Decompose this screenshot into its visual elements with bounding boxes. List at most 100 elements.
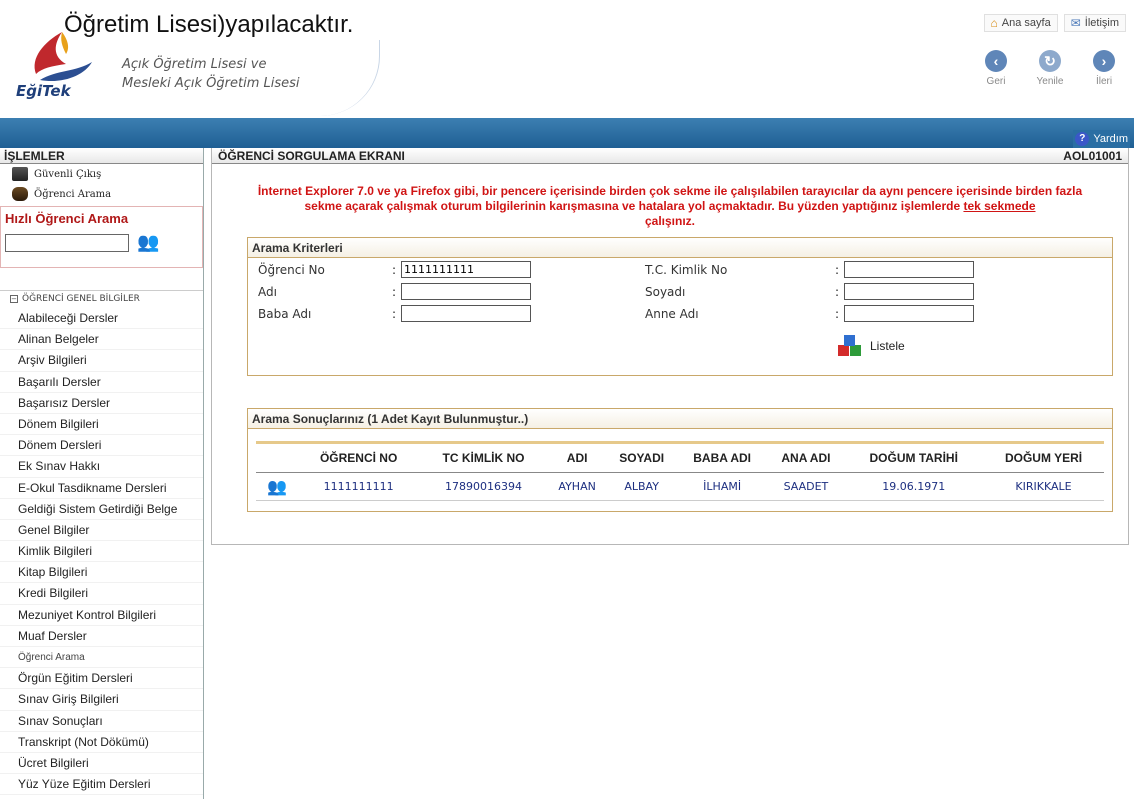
sidebar-item[interactable]: Yüz Yüze Eğitim Dersleri (0, 774, 203, 796)
page-title: ÖĞRENCİ SORGULAMA EKRANI (218, 149, 405, 163)
quick-search-box: Hızlı Öğrenci Arama 👥 (0, 206, 203, 268)
sidebar-item[interactable]: Arşiv Bilgileri (0, 350, 203, 372)
student-no-label: Öğrenci No (258, 263, 325, 277)
surname-input[interactable] (844, 283, 974, 300)
forward-icon: › (1093, 50, 1115, 72)
back-icon: ‹ (985, 50, 1007, 72)
sidebar-item[interactable]: Kitap Bilgileri (0, 562, 203, 584)
navigation-buttons: ‹ Geri ↻ Yenile › İleri (976, 50, 1124, 87)
table-cell: 1111111111 (298, 472, 420, 501)
sidebar-item[interactable]: Sınav Sonuçları (0, 711, 203, 732)
sidebar-item[interactable]: Genel Bilgiler (0, 520, 203, 542)
column-header[interactable]: DOĞUM YERİ (983, 441, 1104, 473)
list-button-label: Listele (870, 339, 905, 353)
colon: : (835, 307, 840, 321)
father-name-input[interactable] (401, 305, 531, 322)
column-header[interactable]: BABA ADI (676, 441, 768, 473)
sidebar-item[interactable]: Ek Sınav Hakkı (0, 456, 203, 478)
top-blue-bar (0, 118, 1134, 148)
sidebar-item[interactable]: E-Okul Tasdikname Dersleri (0, 478, 203, 499)
binoculars-icon (12, 187, 28, 201)
table-row[interactable]: 👥 1111111111 17890016394 AYHAN ALBAY İLH… (256, 472, 1104, 501)
column-header[interactable]: ÖĞRENCİ NO (298, 441, 420, 473)
warning-end: çalışınız. (644, 214, 696, 228)
help-icon: ? (1075, 132, 1090, 146)
help-link[interactable]: ? Yardım (1073, 130, 1130, 148)
column-header-icon (256, 441, 298, 473)
colon: : (392, 307, 397, 321)
screen-code: AOL01001 (1063, 149, 1122, 163)
sidebar-item[interactable]: Kimlik Bilgileri (0, 541, 203, 563)
collapse-icon[interactable]: − (10, 295, 18, 303)
sidebar-title: İŞLEMLER (0, 148, 203, 164)
column-header[interactable]: SOYADI (606, 441, 677, 473)
sidebar-menu: Alabileceği Dersler Alinan Belgeler Arşi… (0, 308, 203, 796)
refresh-button[interactable]: ↻ Yenile (1030, 50, 1070, 87)
column-header[interactable]: TC KİMLİK NO (419, 441, 548, 473)
sidebar-item[interactable]: Kredi Bilgileri (0, 583, 203, 605)
list-button[interactable]: Listele (838, 335, 905, 357)
home-link-label: Ana sayfa (1001, 17, 1051, 29)
sidebar-item[interactable]: Alabileceği Dersler (0, 308, 203, 330)
sidebar-item[interactable]: Örgün Eğitim Dersleri (0, 668, 203, 690)
back-label: Geri (986, 76, 1006, 87)
table-cell: İLHAMİ (676, 472, 768, 501)
table-cell: KIRIKKALE (983, 472, 1104, 501)
table-cell: ALBAY (606, 472, 677, 501)
name-input[interactable] (401, 283, 531, 300)
select-student-icon[interactable]: 👥 (256, 472, 298, 501)
tc-id-label: T.C. Kimlik No (645, 263, 728, 277)
father-name-label: Baba Adı (258, 307, 312, 321)
forward-button[interactable]: › İleri (1084, 50, 1124, 87)
sidebar-item[interactable]: Geldiği Sistem Getirdiği Belge (0, 499, 203, 520)
mother-name-label: Anne Adı (645, 307, 699, 321)
column-header[interactable]: DOĞUM TARİHİ (844, 441, 984, 473)
student-info-section[interactable]: − ÖĞRENCİ GENEL BİLGİLER (0, 290, 203, 308)
colon: : (835, 263, 840, 277)
back-button[interactable]: ‹ Geri (976, 50, 1016, 87)
criteria-title: Arama Kriterleri (248, 238, 1112, 258)
colon: : (392, 263, 397, 277)
sidebar-item[interactable]: Başarısız Dersler (0, 393, 203, 414)
colon: : (835, 285, 840, 299)
forward-label: İleri (1095, 76, 1113, 87)
sidebar-item[interactable]: Öğrenci Arama (0, 647, 203, 669)
sidebar-item[interactable]: Mezuniyet Kontrol Bilgileri (0, 605, 203, 626)
sidebar-item[interactable]: Ücret Bilgileri (0, 753, 203, 775)
logo-text: EğiTek (16, 82, 71, 100)
tc-id-input[interactable] (844, 261, 974, 278)
quick-search-title: Hızlı Öğrenci Arama (5, 211, 129, 226)
mail-icon: ✉ (1070, 16, 1081, 30)
document-partial-line: Öğretim Lisesi)yapılacaktır. (64, 11, 354, 38)
table-cell: AYHAN (547, 472, 607, 501)
sidebar-item[interactable]: Dönem Bilgileri (0, 414, 203, 436)
quick-search-input[interactable] (5, 233, 129, 252)
refresh-label: Yenile (1036, 76, 1064, 87)
header-decoration (230, 40, 380, 116)
mother-name-input[interactable] (844, 305, 974, 322)
results-table: ÖĞRENCİ NO TC KİMLİK NO ADI SOYADI BABA … (256, 441, 1104, 501)
users-icon[interactable]: 👥 (137, 232, 159, 253)
refresh-icon: ↻ (1039, 50, 1061, 72)
column-header[interactable]: ANA ADI (767, 441, 845, 473)
logout-action[interactable]: Güvenli Çıkış (0, 164, 203, 184)
search-results-panel: Arama Sonuçlarınız (1 Adet Kayıt Bulunmu… (247, 408, 1113, 512)
main-panel: ÖĞRENCİ SORGULAMA EKRANI AOL01001 İntern… (211, 148, 1129, 545)
sidebar-item[interactable]: Sınav Giriş Bilgileri (0, 689, 203, 711)
contact-link[interactable]: ✉ İletişim (1063, 14, 1126, 32)
sidebar-item[interactable]: Başarılı Dersler (0, 372, 203, 393)
cubes-icon (838, 335, 864, 357)
contact-link-label: İletişim (1084, 17, 1119, 29)
table-header-row: ÖĞRENCİ NO TC KİMLİK NO ADI SOYADI BABA … (256, 441, 1104, 473)
warning-link[interactable]: tek sekmede (963, 199, 1035, 213)
student-search-action[interactable]: Öğrenci Arama (0, 184, 203, 204)
sidebar-item[interactable]: Alinan Belgeler (0, 329, 203, 351)
sidebar-item[interactable]: Transkript (Not Dökümü) (0, 732, 203, 753)
home-link[interactable]: ⌂ Ana sayfa (983, 14, 1058, 32)
sidebar-item[interactable]: Dönem Dersleri (0, 435, 203, 457)
student-no-input[interactable] (401, 261, 531, 278)
colon: : (392, 285, 397, 299)
criteria-grid: Öğrenci No : Adı : Baba Adı : T.C. Kimli… (248, 258, 1112, 378)
sidebar-item[interactable]: Muaf Dersler (0, 626, 203, 647)
column-header[interactable]: ADI (547, 441, 607, 473)
